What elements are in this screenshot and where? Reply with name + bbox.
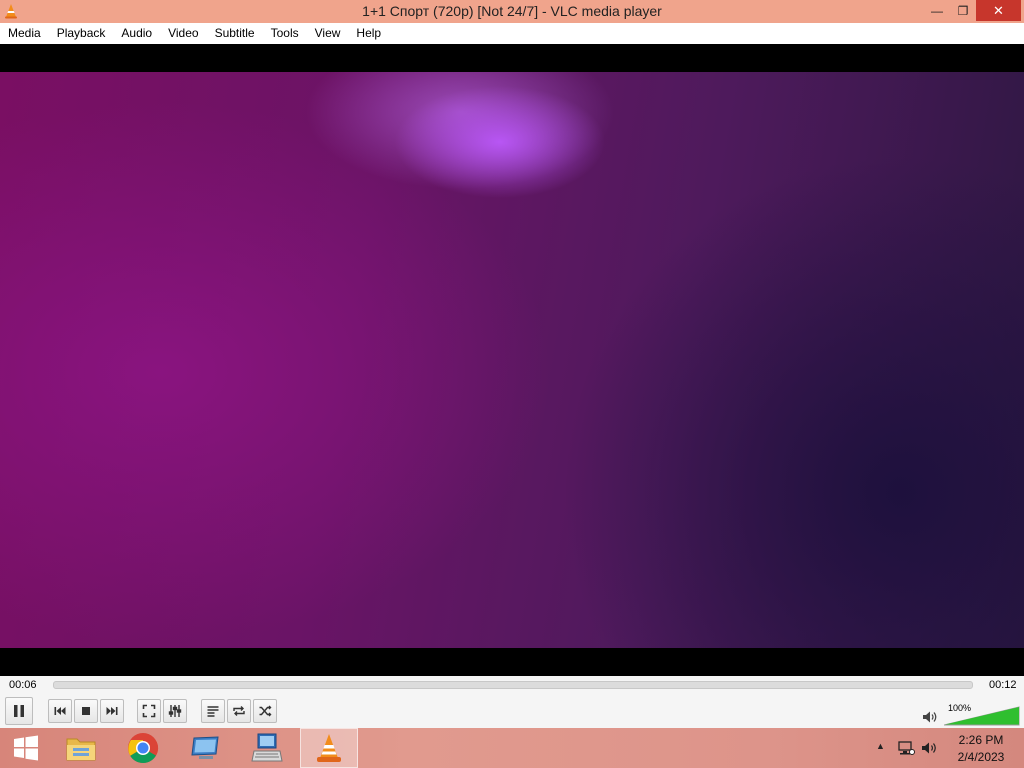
- taskbar-vlc[interactable]: [300, 728, 358, 768]
- total-time[interactable]: 00:12: [989, 679, 1017, 691]
- shuffle-button[interactable]: [253, 699, 277, 723]
- close-button[interactable]: ✕: [976, 0, 1021, 21]
- restore-button[interactable]: ❐: [950, 0, 976, 21]
- minimize-icon: —: [931, 3, 943, 18]
- title-bar[interactable]: 1+1 Спорт (720p) [Not 24/7] - VLC media …: [0, 0, 1024, 23]
- taskbar-file-explorer[interactable]: [57, 728, 105, 768]
- taskbar-clock[interactable]: 2:26 PM 2/4/2023: [948, 732, 1014, 766]
- taskbar: ▲ 2:26 PM 2/4/2023: [0, 728, 1024, 768]
- playlist-icon: [207, 706, 219, 717]
- extended-settings-icon: [168, 705, 182, 717]
- menu-video[interactable]: Video: [160, 23, 206, 44]
- stop-button[interactable]: [74, 699, 98, 723]
- speaker-icon[interactable]: [922, 710, 938, 724]
- extended-settings-button[interactable]: [163, 699, 187, 723]
- pause-button[interactable]: [5, 697, 33, 725]
- menu-help[interactable]: Help: [348, 23, 389, 44]
- chrome-icon: [128, 733, 158, 763]
- elapsed-time[interactable]: 00:06: [9, 679, 37, 691]
- previous-button[interactable]: [48, 699, 72, 723]
- windows-start-icon: [14, 735, 38, 761]
- video-frame[interactable]: [0, 72, 1024, 648]
- menu-audio[interactable]: Audio: [113, 23, 160, 44]
- clock-date: 2/4/2023: [957, 750, 1005, 764]
- pause-icon: [14, 705, 24, 717]
- next-button[interactable]: [100, 699, 124, 723]
- loop-icon: [233, 706, 245, 716]
- remote-desktop-icon: [191, 736, 219, 759]
- taskbar-remote-desktop[interactable]: [181, 728, 229, 768]
- controls-bar: 100%: [0, 696, 1024, 728]
- volume-tray-icon[interactable]: [921, 740, 939, 756]
- minimize-button[interactable]: —: [924, 0, 950, 21]
- network-icon[interactable]: [897, 740, 915, 756]
- stop-icon: [82, 707, 90, 715]
- video-area[interactable]: [0, 44, 1024, 676]
- file-explorer-icon: [66, 738, 96, 761]
- previous-icon: [54, 707, 66, 715]
- seek-slider[interactable]: [53, 681, 973, 689]
- fullscreen-icon: [142, 704, 156, 718]
- playlist-button[interactable]: [201, 699, 225, 723]
- taskbar-on-screen-keyboard[interactable]: [243, 728, 291, 768]
- menu-media[interactable]: Media: [0, 23, 49, 44]
- show-hidden-icons-button[interactable]: ▲: [876, 741, 885, 751]
- window-title: 1+1 Спорт (720p) [Not 24/7] - VLC media …: [362, 3, 662, 19]
- seek-row: 00:06 00:12: [0, 676, 1024, 696]
- menu-bar: Media Playback Audio Video Subtitle Tool…: [0, 23, 1024, 44]
- on-screen-keyboard-icon: [251, 733, 283, 762]
- next-icon: [106, 707, 118, 715]
- clock-time: 2:26 PM: [958, 733, 1004, 747]
- start-button[interactable]: [4, 728, 48, 768]
- restore-icon: ❐: [957, 3, 969, 18]
- fullscreen-button[interactable]: [137, 699, 161, 723]
- vlc-icon: [317, 734, 341, 762]
- menu-tools[interactable]: Tools: [263, 23, 307, 44]
- menu-playback[interactable]: Playback: [49, 23, 114, 44]
- menu-subtitle[interactable]: Subtitle: [207, 23, 263, 44]
- loop-button[interactable]: [227, 699, 251, 723]
- close-icon: ✕: [993, 2, 1004, 18]
- taskbar-chrome[interactable]: [119, 728, 167, 768]
- menu-view[interactable]: View: [307, 23, 349, 44]
- shuffle-icon: [259, 705, 272, 717]
- volume-slider[interactable]: [944, 706, 1020, 726]
